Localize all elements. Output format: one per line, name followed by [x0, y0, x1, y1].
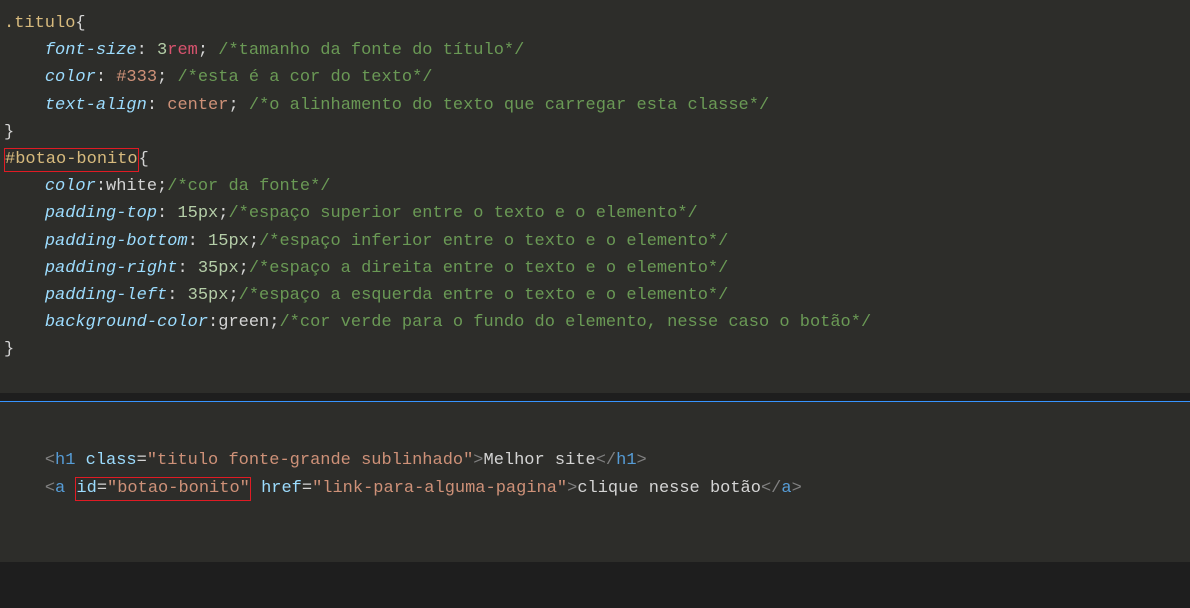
css-value: 3: [157, 41, 167, 60]
css-comment: /*o alinhamento do texto que carregar es…: [249, 96, 769, 115]
css-property: color: [45, 68, 96, 87]
pane-divider: [0, 393, 1190, 401]
code-line: <a id="botao-bonito" href="link-para-alg…: [0, 475, 1190, 502]
css-selector: #botao-bonito: [5, 150, 138, 169]
css-value: white: [106, 177, 157, 196]
css-comment: /*espaço superior entre o texto e o elem…: [228, 204, 697, 223]
css-comment: /*espaço a direita entre o texto e o ele…: [249, 259, 728, 278]
html-attr-value: "titulo fonte-grande sublinhado": [147, 451, 473, 470]
css-value: 35: [198, 259, 218, 278]
css-value: green: [218, 313, 269, 332]
code-line: padding-top: 15px;/*espaço superior entr…: [0, 200, 1190, 227]
css-property: text-align: [45, 96, 147, 115]
css-editor-pane[interactable]: .titulo{ font-size: 3rem; /*tamanho da f…: [0, 0, 1190, 393]
css-value: #333: [116, 68, 157, 87]
css-property: color: [45, 177, 96, 196]
code-line: }: [0, 336, 1190, 363]
code-line: padding-bottom: 15px;/*espaço inferior e…: [0, 228, 1190, 255]
code-line: font-size: 3rem; /*tamanho da fonte do t…: [0, 37, 1190, 64]
code-line: color: #333; /*esta é a cor do texto*/: [0, 64, 1190, 91]
css-property: padding-left: [45, 286, 167, 305]
css-property: padding-bottom: [45, 232, 188, 251]
code-line: .titulo{: [0, 10, 1190, 37]
css-selector: .titulo: [4, 14, 75, 33]
css-comment: /*tamanho da fonte do título*/: [218, 41, 524, 60]
css-comment: /*cor verde para o fundo do elemento, ne…: [279, 313, 871, 332]
code-line: }: [0, 119, 1190, 146]
code-line: text-align: center; /*o alinhamento do t…: [0, 92, 1190, 119]
css-comment: /*esta é a cor do texto*/: [177, 68, 432, 87]
code-line: padding-left: 35px;/*espaço a esquerda e…: [0, 282, 1190, 309]
css-property: padding-top: [45, 204, 157, 223]
html-attr-value: "link-para-alguma-pagina": [312, 479, 567, 498]
css-value: 15: [177, 204, 197, 223]
code-line: padding-right: 35px;/*espaço a direita e…: [0, 255, 1190, 282]
css-comment: /*cor da fonte*/: [167, 177, 330, 196]
html-text: Melhor site: [484, 451, 596, 470]
html-attr-value: "botao-bonito": [107, 479, 250, 498]
css-value: 35: [188, 286, 208, 305]
css-value: 15: [208, 232, 228, 251]
html-tag: a: [55, 479, 65, 498]
html-attr-name: id: [76, 479, 96, 498]
code-line: color:white;/*cor da fonte*/: [0, 173, 1190, 200]
code-line: background-color:green;/*cor verde para …: [0, 309, 1190, 336]
html-editor-pane[interactable]: <h1 class="titulo fonte-grande sublinhad…: [0, 402, 1190, 561]
css-value: center: [167, 96, 228, 115]
html-attr-name: href: [261, 479, 302, 498]
html-tag: h1: [55, 451, 75, 470]
css-comment: /*espaço inferior entre o texto e o elem…: [259, 232, 728, 251]
html-attr-name: class: [86, 451, 137, 470]
css-property: padding-right: [45, 259, 178, 278]
highlight-box: id="botao-bonito": [75, 477, 250, 501]
css-property: font-size: [45, 41, 137, 60]
code-line: #botao-bonito{: [0, 146, 1190, 173]
code-line: <h1 class="titulo fonte-grande sublinhad…: [0, 447, 1190, 474]
highlight-box: #botao-bonito: [4, 148, 139, 172]
html-text: clique nesse botão: [577, 479, 761, 498]
css-comment: /*espaço a esquerda entre o texto e o el…: [239, 286, 729, 305]
css-property: background-color: [45, 313, 208, 332]
